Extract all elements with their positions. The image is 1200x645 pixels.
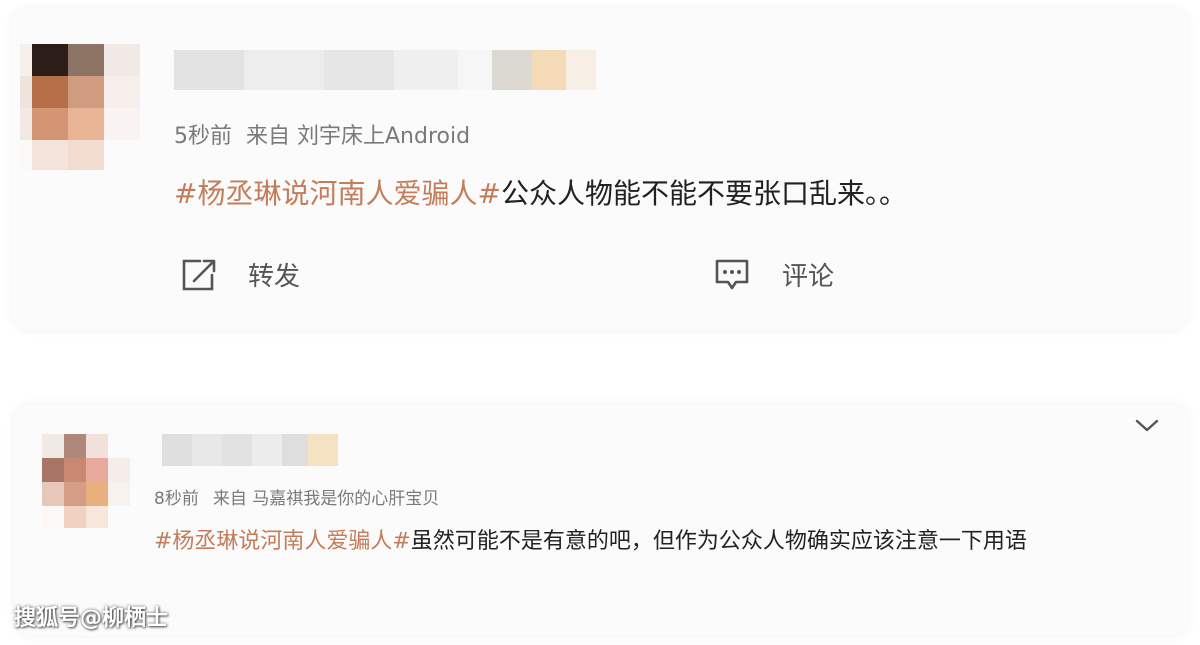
hashtag-link[interactable]: #杨丞琳说河南人爱骗人# (154, 529, 411, 554)
username-blurred[interactable] (162, 434, 338, 466)
post-time: 5秒前 (174, 124, 232, 149)
post-text: #杨丞琳说河南人爱骗人#公众人物能不能不要张口乱来。。 (174, 172, 907, 212)
repost-button[interactable]: 转发 (180, 256, 300, 293)
post-source[interactable]: 来自 马嘉祺我是你的心肝宝贝 (213, 489, 439, 509)
avatar[interactable] (20, 44, 140, 170)
avatar[interactable] (42, 434, 130, 528)
repost-label: 转发 (248, 262, 301, 292)
comment-button[interactable]: 评论 (712, 256, 834, 293)
post-card-2: 8秒前 来自 马嘉祺我是你的心肝宝贝 #杨丞琳说河南人爱骗人#虽然可能不是有意的吧… (14, 404, 1188, 636)
hashtag-link[interactable]: #杨丞琳说河南人爱骗人# (174, 177, 501, 210)
post-body: 公众人物能不能不要张口乱来。。 (500, 177, 907, 210)
comment-label: 评论 (782, 262, 835, 292)
post-meta: 8秒前 来自 马嘉祺我是你的心肝宝贝 (154, 484, 453, 509)
username-blurred[interactable] (174, 50, 596, 90)
post-card-1: 5秒前 来自 刘宇床上Android #杨丞琳说河南人爱骗人#公众人物能不能不要张… (12, 8, 1188, 330)
comment-icon (715, 259, 749, 289)
post-meta: 5秒前 来自 刘宇床上Android (174, 118, 484, 150)
post-source[interactable]: 来自 刘宇床上Android (246, 124, 470, 149)
post-time: 8秒前 (154, 489, 199, 509)
post-body: 虽然可能不是有意的吧，但作为公众人物确实应该注意一下用语 (410, 529, 1027, 554)
watermark: 搜狐号@柳栖士 (14, 606, 169, 631)
post-text: #杨丞琳说河南人爱骗人#虽然可能不是有意的吧，但作为公众人物确实应该注意一下用语 (154, 520, 1164, 564)
chevron-down-icon[interactable] (1134, 418, 1160, 434)
repost-icon (182, 259, 216, 290)
